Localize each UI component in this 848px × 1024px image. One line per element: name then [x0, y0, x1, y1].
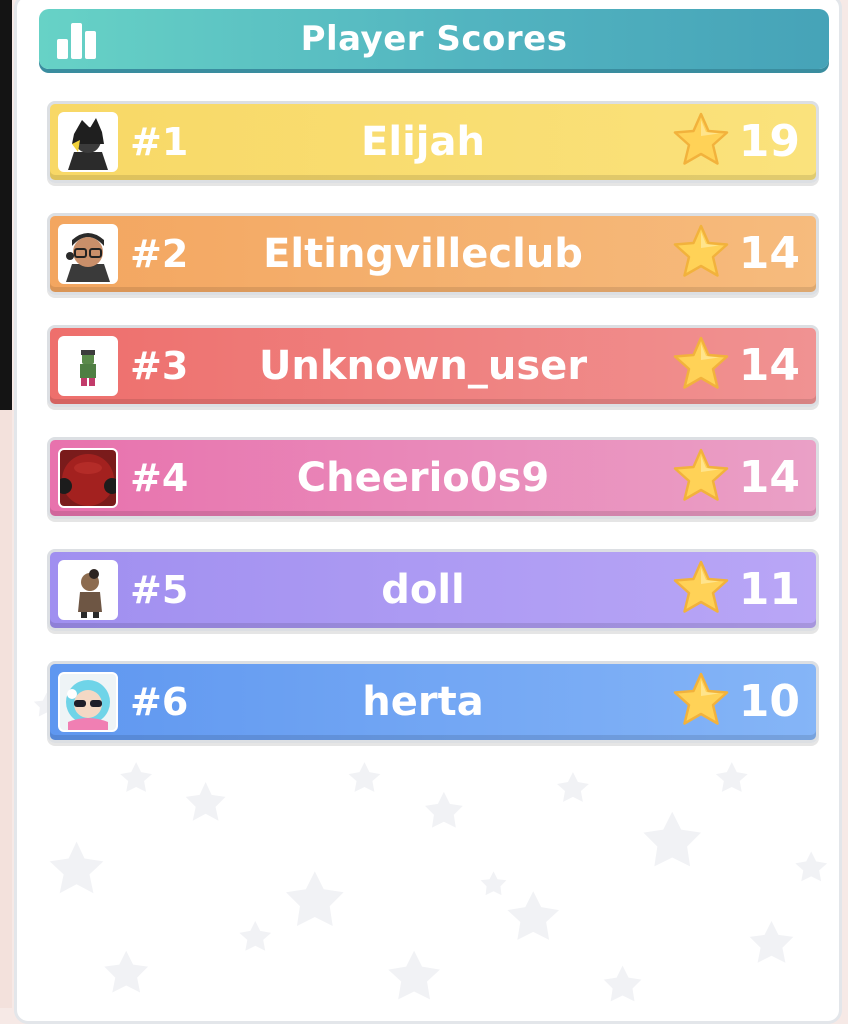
leaderboard-row[interactable]: #4 Cheerio0s9 14 [47, 437, 819, 519]
background-strip-bottom [0, 410, 12, 1008]
page-title: Player Scores [300, 19, 568, 59]
background-strip [0, 0, 12, 410]
scores-panel: Player Scores #1 Elijah 19 #2 Eltingvill… [14, 0, 842, 1024]
star-icon [673, 336, 729, 389]
avatar [58, 112, 118, 172]
player-score: 11 [738, 564, 800, 615]
star-icon [673, 112, 729, 165]
avatar [58, 672, 118, 732]
leaderboard-row[interactable]: #6 herta 10 [47, 661, 819, 743]
player-name: Eltingvilleclub [263, 231, 583, 277]
player-score: 14 [738, 452, 800, 503]
player-scores-header: Player Scores [39, 9, 829, 69]
leaderboard-row[interactable]: #3 Unknown_user 14 [47, 325, 819, 407]
leaderboard-row[interactable]: #1 Elijah 19 [47, 101, 819, 183]
leaderboard-row[interactable]: #2 Eltingvilleclub 14 [47, 213, 819, 295]
player-name: Unknown_user [258, 343, 588, 389]
avatar [58, 336, 118, 396]
player-score: 14 [738, 228, 800, 279]
leaderboard-row[interactable]: #5 doll 11 [47, 549, 819, 631]
player-name: Cheerio0s9 [296, 455, 550, 501]
player-name: herta [362, 679, 484, 725]
player-name: Elijah [361, 119, 485, 165]
avatar [58, 560, 118, 620]
star-icon [673, 224, 729, 277]
player-score: 10 [738, 676, 800, 727]
star-icon [673, 560, 729, 613]
avatar [58, 224, 118, 284]
star-icon [673, 448, 729, 501]
avatar [58, 448, 118, 508]
leaderboard-list: #1 Elijah 19 #2 Eltingvilleclub 14 #3 Un… [47, 101, 819, 773]
player-score: 19 [738, 116, 800, 167]
player-name: doll [381, 567, 465, 613]
star-icon [673, 672, 729, 725]
player-score: 14 [738, 340, 800, 391]
